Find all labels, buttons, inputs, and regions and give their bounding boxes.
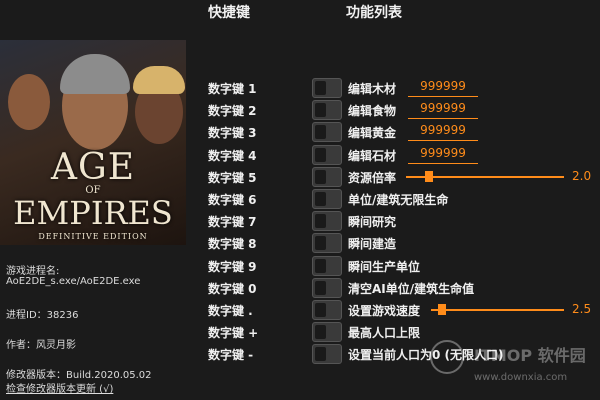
toggle-switch[interactable]: [312, 255, 342, 276]
value-input[interactable]: 999999: [408, 101, 478, 120]
toggle-knob: [315, 347, 326, 362]
logo-line-edition: DEFINITIVE EDITION: [38, 232, 148, 241]
hotkey-label: 数字键 2: [208, 104, 257, 119]
toggle-switch[interactable]: [312, 122, 342, 143]
slider-value: 2.0: [572, 168, 592, 183]
process-label: 游戏进程名:: [6, 266, 60, 277]
header-hotkeys: 快捷键: [208, 5, 250, 21]
cheat-row: 数字键 3 编辑黄金 999999: [208, 121, 598, 143]
process-id: 进程ID：38236: [6, 310, 79, 321]
function-label: 编辑木材: [348, 82, 397, 96]
header-functions: 功能列表: [346, 5, 402, 21]
watermark-logo-icon: [430, 340, 464, 374]
slider-thumb[interactable]: [424, 170, 433, 182]
toggle-switch[interactable]: [312, 189, 342, 209]
function-label: 编辑食物: [348, 104, 397, 119]
toggle-switch[interactable]: [312, 100, 342, 121]
cover-figure-left: [8, 74, 50, 130]
toggle-knob: [315, 258, 326, 273]
left-panel: AGE OF EMPIRES DEFINITIVE EDITION 游戏进程名:…: [0, 0, 198, 400]
function-label: 编辑石材: [348, 148, 397, 163]
toggle-knob: [315, 214, 326, 229]
function-label: 瞬间研究: [348, 215, 397, 230]
watermark-text: ITMOP 软件园: [474, 346, 586, 365]
function-label: 编辑黄金: [348, 126, 397, 141]
toggle-switch[interactable]: [312, 322, 342, 343]
cheat-row: 数字键 8 瞬间建造: [208, 232, 598, 254]
hotkey-label: 数字键 -: [208, 348, 254, 363]
logo-line-age: AGE: [50, 147, 136, 188]
toggle-switch[interactable]: [312, 166, 342, 187]
toggle-knob: [315, 325, 326, 340]
cheat-row: 数字键 1 编辑木材 999999: [208, 77, 598, 99]
toggle-switch[interactable]: [312, 211, 342, 232]
cheat-row: 数字键 . 设置游戏速度 2.5: [208, 299, 598, 321]
game-logo: AGE OF EMPIRES DEFINITIVE EDITION: [0, 147, 186, 242]
cheat-row: 数字键 7 瞬间研究: [208, 210, 598, 232]
toggle-knob: [315, 303, 326, 317]
slider-value: 2.5: [572, 302, 592, 316]
toggle-knob: [315, 192, 326, 206]
toggle-switch[interactable]: [312, 277, 342, 298]
check-update-link[interactable]: 检查修改器版本更新 (√): [6, 380, 113, 395]
watermark-url: www.downxia.com: [474, 372, 568, 383]
watermark: ITMOP 软件园 www.downxia.com: [430, 336, 600, 396]
toggle-switch[interactable]: [312, 233, 342, 254]
cheat-row: 数字键 0 清空AI单位/建筑生命值: [208, 277, 598, 299]
hotkey-label: 数字键 +: [208, 326, 259, 341]
cover-helmet: [60, 54, 130, 94]
slider-thumb[interactable]: [437, 304, 446, 315]
cheat-row: 数字键 6 单位/建筑无限生命: [208, 188, 598, 210]
function-label: 设置游戏速度: [348, 304, 421, 318]
hotkey-label: 数字键 4: [208, 148, 257, 163]
toggle-knob: [315, 103, 326, 118]
cheat-row: 数字键 2 编辑食物 999999: [208, 99, 598, 121]
hotkey-label: 数字键 5: [208, 170, 257, 185]
toggle-knob: [315, 236, 326, 251]
value-input[interactable]: 999999: [408, 79, 478, 97]
function-label: 瞬间建造: [348, 237, 397, 252]
toggle-switch[interactable]: [312, 144, 342, 165]
cover-turban: [133, 66, 185, 94]
hotkey-label: 数字键 3: [208, 126, 257, 141]
value-input[interactable]: 999999: [408, 146, 478, 164]
game-cover-image: AGE OF EMPIRES DEFINITIVE EDITION: [0, 40, 186, 245]
slider-track[interactable]: [431, 309, 564, 311]
toggle-knob: [315, 81, 326, 95]
function-label: 瞬间生产单位: [348, 259, 421, 274]
hotkey-label: 数字键 .: [208, 304, 253, 318]
hotkey-label: 数字键 9: [208, 259, 257, 274]
toggle-switch[interactable]: [312, 78, 342, 98]
logo-line-empires: EMPIRES: [13, 194, 173, 232]
hotkey-label: 数字键 8: [208, 237, 257, 252]
author-label: 作者：风灵月影: [6, 340, 76, 351]
function-label: 资源倍率: [348, 170, 397, 185]
hotkey-label: 数字键 1: [208, 82, 257, 96]
function-label: 清空AI单位/建筑生命值: [348, 281, 475, 296]
cheat-row: 数字键 5 资源倍率 2.0: [208, 166, 598, 188]
toggle-knob: [315, 280, 326, 295]
value-input[interactable]: 999999: [408, 123, 478, 142]
toggle-switch[interactable]: [312, 300, 342, 320]
toggle-knob: [315, 125, 326, 140]
hotkey-label: 数字键 7: [208, 215, 257, 230]
toggle-knob: [315, 147, 326, 162]
cheat-row: 数字键 4 编辑石材 999999: [208, 144, 598, 166]
cheat-row: 数字键 9 瞬间生产单位: [208, 255, 598, 277]
toggle-switch[interactable]: [312, 344, 342, 365]
hotkey-label: 数字键 0: [208, 281, 257, 296]
function-label: 最高人口上限: [348, 326, 421, 341]
process-value: AoE2DE_s.exe/AoE2DE.exe: [6, 276, 141, 287]
function-label: 单位/建筑无限生命: [348, 193, 449, 207]
version-label: 修改器版本：Build.2020.05.02: [6, 370, 152, 381]
hotkey-label: 数字键 6: [208, 193, 257, 207]
toggle-knob: [315, 169, 326, 184]
